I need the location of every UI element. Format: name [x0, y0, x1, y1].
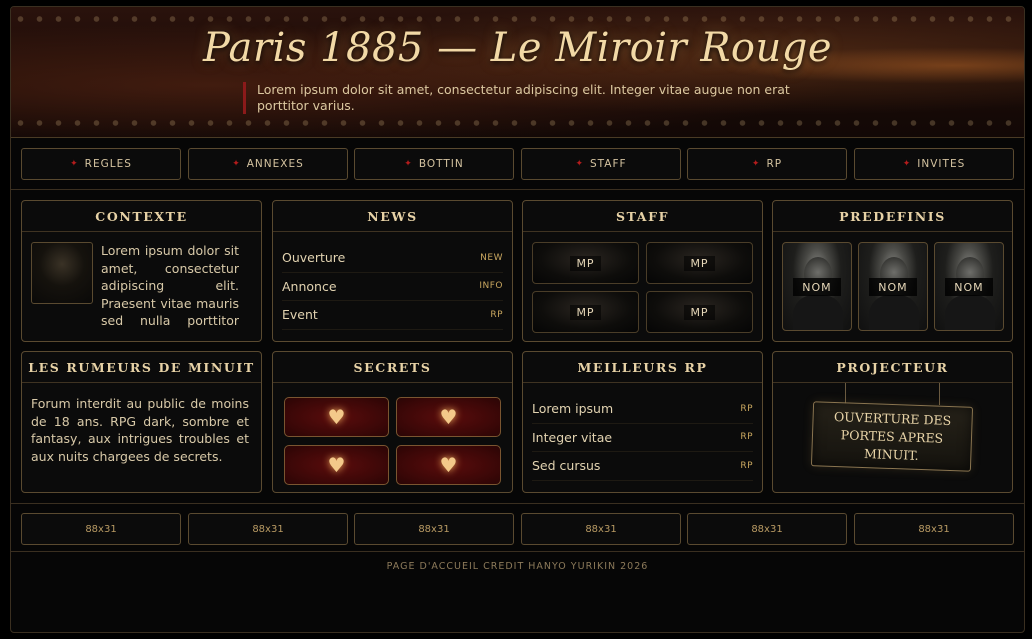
panel-staff: STAFF MP MP MP MP [522, 200, 763, 342]
best-rp-tag: RP [740, 460, 753, 471]
news-item[interactable]: Ouverture NEW [282, 244, 503, 273]
panel-title: LES RUMEURS DE MINUIT [22, 352, 261, 383]
partner-button[interactable]: 88x31 [21, 513, 181, 545]
portrait-body [869, 295, 919, 330]
star-icon: ✦ [751, 159, 761, 169]
partner-button[interactable]: 88x31 [521, 513, 681, 545]
star-icon: ✦ [404, 159, 413, 169]
news-label: Ouverture [282, 250, 346, 266]
staff-member[interactable]: MP [532, 242, 639, 284]
portrait-body [945, 295, 995, 330]
partner-button[interactable]: 88x31 [188, 513, 348, 545]
news-tag: NEW [480, 252, 503, 263]
news-list: Ouverture NEW Annonce INFO Event RP [282, 244, 503, 330]
best-rp-item[interactable]: Lorem ipsum RP [532, 395, 753, 424]
partners-row: 88x31 88x31 88x31 88x31 88x31 88x31 [21, 513, 1014, 545]
predefini-card[interactable]: NOM [782, 242, 852, 331]
secret-heart-icon[interactable]: ♥ [284, 397, 389, 437]
nav-label: BOTTIN [418, 158, 464, 170]
panel-title: SECRETS [273, 352, 512, 383]
news-item[interactable]: Annonce INFO [282, 273, 503, 301]
staff-member[interactable]: MP [532, 291, 639, 333]
projecteur-sign: OUVERTURE DES PORTES APRES MINUIT. [810, 401, 974, 472]
secret-heart-icon[interactable]: ♥ [396, 397, 501, 437]
news-tag: RP [490, 309, 503, 320]
panel-title: MEILLEURS RP [523, 352, 762, 383]
sign-chain [939, 383, 940, 405]
star-icon: ✦ [232, 159, 241, 169]
staff-label: MP [570, 255, 601, 271]
nav-button-annexes[interactable]: ✦ ANNEXES [188, 148, 348, 180]
panel-secrets: SECRETS ♥ ♥ ♥ ♥ [272, 351, 513, 493]
staff-label: MP [570, 304, 601, 320]
best-rp-label: Sed cursus [532, 458, 601, 474]
staff-member[interactable]: MP [646, 242, 753, 284]
main-nav: ✦ REGLES ✦ ANNEXES ✦ BOTTIN ✦ STAFF ✦ RP ✦ INV… [21, 148, 1014, 180]
nav-button-regles[interactable]: ✦ REGLES [21, 148, 181, 180]
news-tag: INFO [479, 281, 503, 292]
secret-heart-icon[interactable]: ♥ [284, 445, 389, 485]
best-rp-item[interactable]: Sed cursus RP [532, 452, 753, 481]
news-label: Annonce [282, 278, 337, 294]
panel-title: PREDEFINIS [773, 201, 1012, 232]
best-rp-tag: RP [740, 432, 753, 443]
best-rp-tag: RP [740, 403, 753, 414]
predefini-card[interactable]: NOM [934, 242, 1004, 331]
predefini-label: NOM [869, 278, 917, 296]
header-banner: Paris 1885 — Le Miroir Rouge Lorem ipsum… [11, 7, 1024, 138]
panel-predefinis: PREDEFINIS NOM NOM NOM [772, 200, 1013, 342]
staff-label: MP [684, 304, 715, 320]
divider [11, 189, 1024, 190]
best-rp-label: Integer vitae [532, 429, 613, 445]
context-image [31, 242, 93, 304]
panel-title: STAFF [523, 201, 762, 232]
divider [11, 503, 1024, 504]
panel-news: NEWS Ouverture NEW Annonce INFO Event RP [272, 200, 513, 342]
secret-heart-icon[interactable]: ♥ [396, 445, 501, 485]
page-frame: Paris 1885 — Le Miroir Rouge Lorem ipsum… [10, 6, 1025, 633]
site-description: Lorem ipsum dolor sit amet, consectetur … [243, 82, 813, 114]
best-rp-label: Lorem ipsum [532, 401, 614, 417]
partner-button[interactable]: 88x31 [354, 513, 514, 545]
panel-meilleurs-rp: MEILLEURS RP Lorem ipsum RP Integer vitae… [522, 351, 763, 493]
nav-button-rp[interactable]: ✦ RP [687, 148, 847, 180]
panel-title: NEWS [273, 201, 512, 232]
nav-button-bottin[interactable]: ✦ BOTTIN [354, 148, 514, 180]
footer-credit: PAGE D'ACCUEIL CREDIT HANYO YURIKIN 2026 [386, 561, 649, 572]
rumeurs-text: Forum interdit au public de moins de 18 … [31, 396, 249, 464]
news-item[interactable]: Event RP [282, 301, 503, 330]
marquee-lights-bottom [11, 119, 1024, 127]
staff-label: MP [684, 255, 715, 271]
nav-label: RP [766, 158, 783, 170]
predefini-card[interactable]: NOM [858, 242, 928, 331]
partner-button[interactable]: 88x31 [854, 513, 1014, 545]
panel-projecteur: PROJECTEUR OUVERTURE DES PORTES APRES MI… [772, 351, 1013, 493]
panel-contexte: CONTEXTE Lorem ipsum dolor sit amet, con… [21, 200, 262, 342]
best-rp-list: Lorem ipsum RP Integer vitae RP Sed cursus… [532, 395, 753, 481]
nav-label: ANNEXES [246, 158, 304, 170]
best-rp-item[interactable]: Integer vitae RP [532, 424, 753, 452]
marquee-lights-top [11, 15, 1024, 23]
portrait-body [793, 295, 843, 330]
nav-button-invites[interactable]: ✦ INVITES [854, 148, 1014, 180]
star-icon: ✦ [902, 159, 912, 169]
divider [11, 551, 1024, 552]
star-icon: ✦ [575, 159, 584, 169]
nav-label: INVITES [917, 158, 966, 170]
nav-label: STAFF [590, 158, 627, 170]
context-text: Lorem ipsum dolor sit amet, consectetur … [101, 243, 239, 332]
partner-button[interactable]: 88x31 [687, 513, 847, 545]
star-icon: ✦ [70, 159, 79, 169]
nav-label: REGLES [84, 158, 132, 170]
nav-button-staff[interactable]: ✦ STAFF [521, 148, 681, 180]
panel-rumeurs: LES RUMEURS DE MINUIT Forum interdit au … [21, 351, 262, 493]
site-title: Paris 1885 — Le Miroir Rouge [202, 25, 833, 71]
staff-member[interactable]: MP [646, 291, 753, 333]
panel-title: CONTEXTE [22, 201, 261, 232]
predefini-label: NOM [793, 278, 841, 296]
predefini-label: NOM [945, 278, 993, 296]
panel-title: PROJECTEUR [773, 352, 1012, 383]
news-label: Event [282, 307, 318, 323]
